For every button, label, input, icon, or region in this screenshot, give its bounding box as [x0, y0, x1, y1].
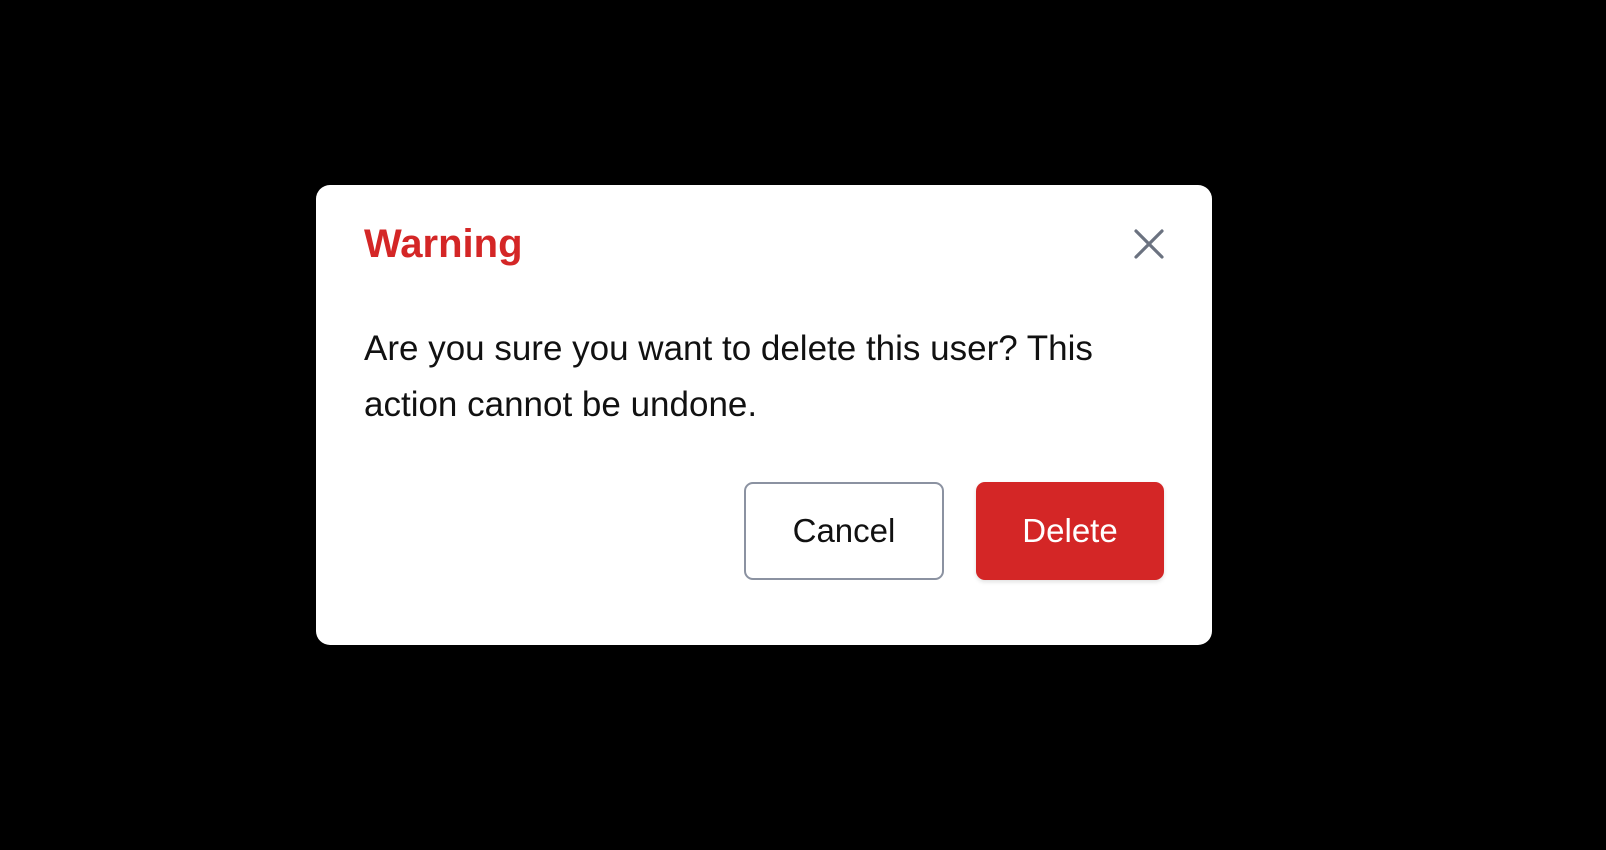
- close-icon: [1133, 228, 1165, 260]
- cancel-button[interactable]: Cancel: [744, 482, 944, 580]
- confirm-delete-dialog: Warning Are you sure you want to delete …: [316, 185, 1212, 645]
- dialog-title: Warning: [364, 222, 523, 266]
- delete-button[interactable]: Delete: [976, 482, 1164, 580]
- modal-overlay: Warning Are you sure you want to delete …: [0, 0, 1606, 850]
- dialog-message: Are you sure you want to delete this use…: [364, 329, 1093, 424]
- close-button[interactable]: [1126, 221, 1172, 267]
